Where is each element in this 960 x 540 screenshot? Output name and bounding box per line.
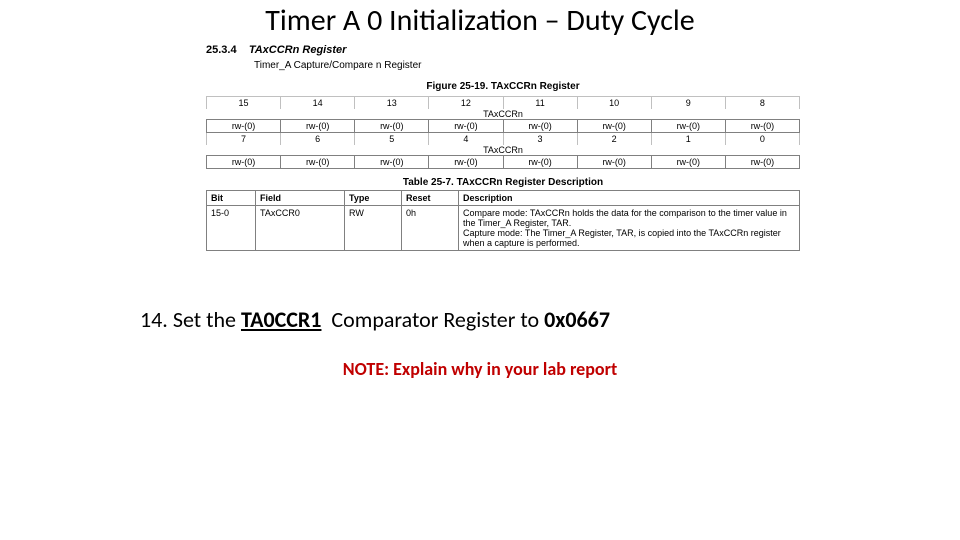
table-caption: Table 25-7. TAxCCRn Register Description <box>206 177 800 188</box>
register-name: TA0CCR1 <box>241 306 321 333</box>
rw-cell: rw-(0) <box>725 120 799 133</box>
hex-value: 0x0667 <box>544 306 610 333</box>
section-number: 25.3.4 <box>206 44 237 56</box>
bit-number: 13 <box>355 97 429 110</box>
bit-number: 14 <box>281 97 355 110</box>
rw-cell: rw-(0) <box>355 120 429 133</box>
rw-cell: rw-(0) <box>577 156 651 169</box>
col-bit: Bit <box>207 191 256 206</box>
rw-cell: rw-(0) <box>281 156 355 169</box>
cell-bit: 15-0 <box>207 206 256 251</box>
cell-desc: Compare mode: TAxCCRn holds the data for… <box>459 206 800 251</box>
bit-number: 11 <box>503 97 577 110</box>
table-row: 15 14 13 12 11 10 9 8 <box>207 97 800 110</box>
note-text: NOTE: Explain why in your lab report <box>0 358 960 380</box>
bit-number: 3 <box>503 133 577 146</box>
register-description-table: Bit Field Type Reset Description 15-0 TA… <box>206 190 800 251</box>
rw-cell: rw-(0) <box>429 120 503 133</box>
rw-cell: rw-(0) <box>207 156 281 169</box>
bit-number: 15 <box>207 97 281 110</box>
field-name: TAxCCRn <box>207 145 800 156</box>
section-subtitle: Timer_A Capture/Compare n Register <box>206 60 800 71</box>
table-row: rw-(0) rw-(0) rw-(0) rw-(0) rw-(0) rw-(0… <box>207 156 800 169</box>
figure-caption: Figure 25-19. TAxCCRn Register <box>206 81 800 92</box>
table-row: TAxCCRn <box>207 109 800 120</box>
rw-cell: rw-(0) <box>725 156 799 169</box>
col-desc: Description <box>459 191 800 206</box>
bit-number: 7 <box>207 133 281 146</box>
col-reset: Reset <box>402 191 459 206</box>
field-name: TAxCCRn <box>207 109 800 120</box>
table-header-row: Bit Field Type Reset Description <box>207 191 800 206</box>
table-row: 7 6 5 4 3 2 1 0 <box>207 133 800 146</box>
section-title: TAxCCRn Register <box>249 44 347 56</box>
bit-number: 8 <box>725 97 799 110</box>
bit-number: 1 <box>651 133 725 146</box>
rw-cell: rw-(0) <box>207 120 281 133</box>
rw-cell: rw-(0) <box>503 156 577 169</box>
rw-cell: rw-(0) <box>355 156 429 169</box>
table-row: TAxCCRn <box>207 145 800 156</box>
rw-cell: rw-(0) <box>429 156 503 169</box>
bit-number: 6 <box>281 133 355 146</box>
rw-cell: rw-(0) <box>577 120 651 133</box>
cell-type: RW <box>345 206 402 251</box>
datasheet-excerpt: 25.3.4 TAxCCRn Register Timer_A Capture/… <box>206 44 800 251</box>
instruction-line: 14. Set the TA0CCR1 Comparator Register … <box>140 306 610 333</box>
bit-number: 0 <box>725 133 799 146</box>
bit-number: 5 <box>355 133 429 146</box>
col-field: Field <box>256 191 345 206</box>
cell-reset: 0h <box>402 206 459 251</box>
bit-number: 4 <box>429 133 503 146</box>
desc-line: Capture mode: The Timer_A Register, TAR,… <box>463 228 781 248</box>
page-title: Timer A 0 Initialization – Duty Cycle <box>0 2 960 39</box>
bit-number: 9 <box>651 97 725 110</box>
bit-number: 12 <box>429 97 503 110</box>
cell-field: TAxCCR0 <box>256 206 345 251</box>
instruction-text: Comparator Register to <box>331 306 539 333</box>
table-row: rw-(0) rw-(0) rw-(0) rw-(0) rw-(0) rw-(0… <box>207 120 800 133</box>
step-number: 14. <box>140 306 168 333</box>
bit-number: 10 <box>577 97 651 110</box>
rw-cell: rw-(0) <box>651 156 725 169</box>
bit-number: 2 <box>577 133 651 146</box>
section-heading: 25.3.4 TAxCCRn Register <box>206 44 800 56</box>
rw-cell: rw-(0) <box>651 120 725 133</box>
col-type: Type <box>345 191 402 206</box>
rw-cell: rw-(0) <box>281 120 355 133</box>
rw-cell: rw-(0) <box>503 120 577 133</box>
instruction-text: Set the <box>173 306 236 333</box>
register-bits-table: 15 14 13 12 11 10 9 8 TAxCCRn rw-(0) rw-… <box>206 96 800 169</box>
table-row: 15-0 TAxCCR0 RW 0h Compare mode: TAxCCRn… <box>207 206 800 251</box>
desc-line: Compare mode: TAxCCRn holds the data for… <box>463 208 787 228</box>
slide: Timer A 0 Initialization – Duty Cycle 25… <box>0 0 960 540</box>
